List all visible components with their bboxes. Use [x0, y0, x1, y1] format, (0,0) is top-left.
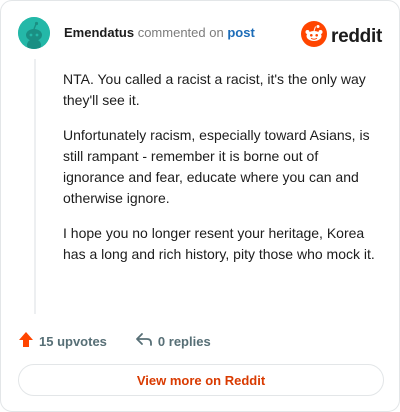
username[interactable]: Emendatus [64, 25, 134, 40]
upvote-button[interactable]: 15 upvotes [18, 331, 107, 351]
post-link[interactable]: post [227, 25, 254, 40]
thread-line [34, 59, 36, 314]
reddit-brand[interactable]: reddit [301, 21, 382, 52]
view-more-button[interactable]: View more on Reddit [18, 364, 384, 396]
upvote-count: 15 upvotes [39, 333, 107, 349]
replies-button[interactable]: 0 replies [135, 332, 211, 350]
snoo-avatar-icon[interactable] [18, 17, 50, 49]
comment-paragraph: Unfortunately racism, especially toward … [63, 127, 370, 206]
comment-paragraph: I hope you no longer resent your heritag… [63, 225, 375, 262]
action-text: commented on [137, 25, 224, 40]
comment-paragraph: NTA. You called a racist a racist, it's … [63, 71, 366, 108]
reply-icon [135, 332, 153, 350]
upvote-arrow-icon [18, 331, 34, 351]
reply-count: 0 replies [157, 333, 211, 349]
comment-header: Emendatus commented on post [64, 25, 255, 40]
embedded-comment-card: Emendatus commented on post reddit NTA. … [0, 0, 400, 412]
reddit-wordmark: reddit [331, 25, 382, 47]
reddit-snoo-icon [301, 21, 328, 52]
comment-actions: 15 upvotes 0 replies [18, 331, 239, 351]
comment-body: NTA. You called a racist a racist, it's … [63, 69, 381, 279]
